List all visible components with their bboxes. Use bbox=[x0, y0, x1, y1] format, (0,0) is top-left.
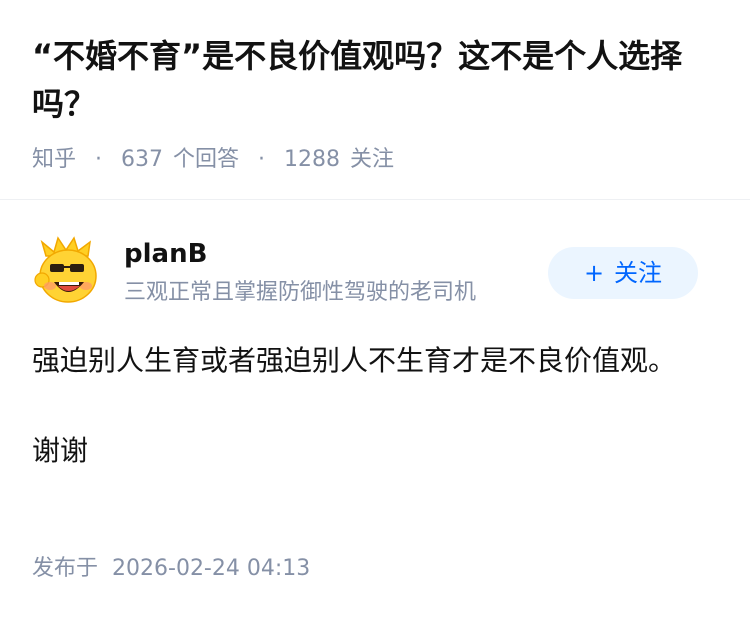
question-header: “不婚不育”是不良价值观吗？这不是个人选择吗？ 知乎 · 637 个回答 · 12… bbox=[0, 0, 750, 200]
meta-separator: · bbox=[95, 147, 103, 172]
answer-card: planB 三观正常且掌握防御性驾驶的老司机 + 关注 强迫别人生育或者强迫别人不… bbox=[0, 200, 750, 622]
answer-paragraph: 谢谢 bbox=[32, 434, 89, 467]
author-name[interactable]: planB bbox=[124, 234, 207, 274]
smiling-cartoon-face-avatar-icon bbox=[34, 236, 97, 303]
avatar[interactable] bbox=[32, 236, 104, 308]
author-headline: 三观正常且掌握防御性驾驶的老司机 bbox=[124, 280, 477, 305]
publish-time: 2026-02-24 04:13 bbox=[112, 556, 311, 581]
follower-count: 1288 bbox=[284, 147, 341, 172]
question-meta: 知乎 · 637 个回答 · 1288 关注 bbox=[32, 143, 394, 177]
publish-info: 发布于 2026-02-24 04:13 bbox=[32, 552, 310, 586]
follow-button-label: 关注 bbox=[614, 259, 663, 287]
answer-count-label: 个回答 bbox=[173, 147, 240, 172]
plus-icon: + bbox=[583, 259, 605, 287]
answer-content: 强迫别人生育或者强迫别人不生育才是不良价值观。 谢谢 bbox=[32, 338, 692, 474]
publish-label: 发布于 bbox=[32, 556, 99, 581]
answer-count: 637 bbox=[121, 147, 164, 172]
meta-separator: · bbox=[258, 147, 266, 172]
follower-count-label: 关注 bbox=[350, 147, 395, 172]
question-title[interactable]: “不婚不育”是不良价值观吗？这不是个人选择吗？ bbox=[32, 32, 722, 128]
answer-paragraph: 强迫别人生育或者强迫别人不生育才是不良价值观。 bbox=[32, 344, 677, 377]
source-label: 知乎 bbox=[32, 147, 77, 172]
follow-button[interactable]: + 关注 bbox=[548, 247, 698, 299]
